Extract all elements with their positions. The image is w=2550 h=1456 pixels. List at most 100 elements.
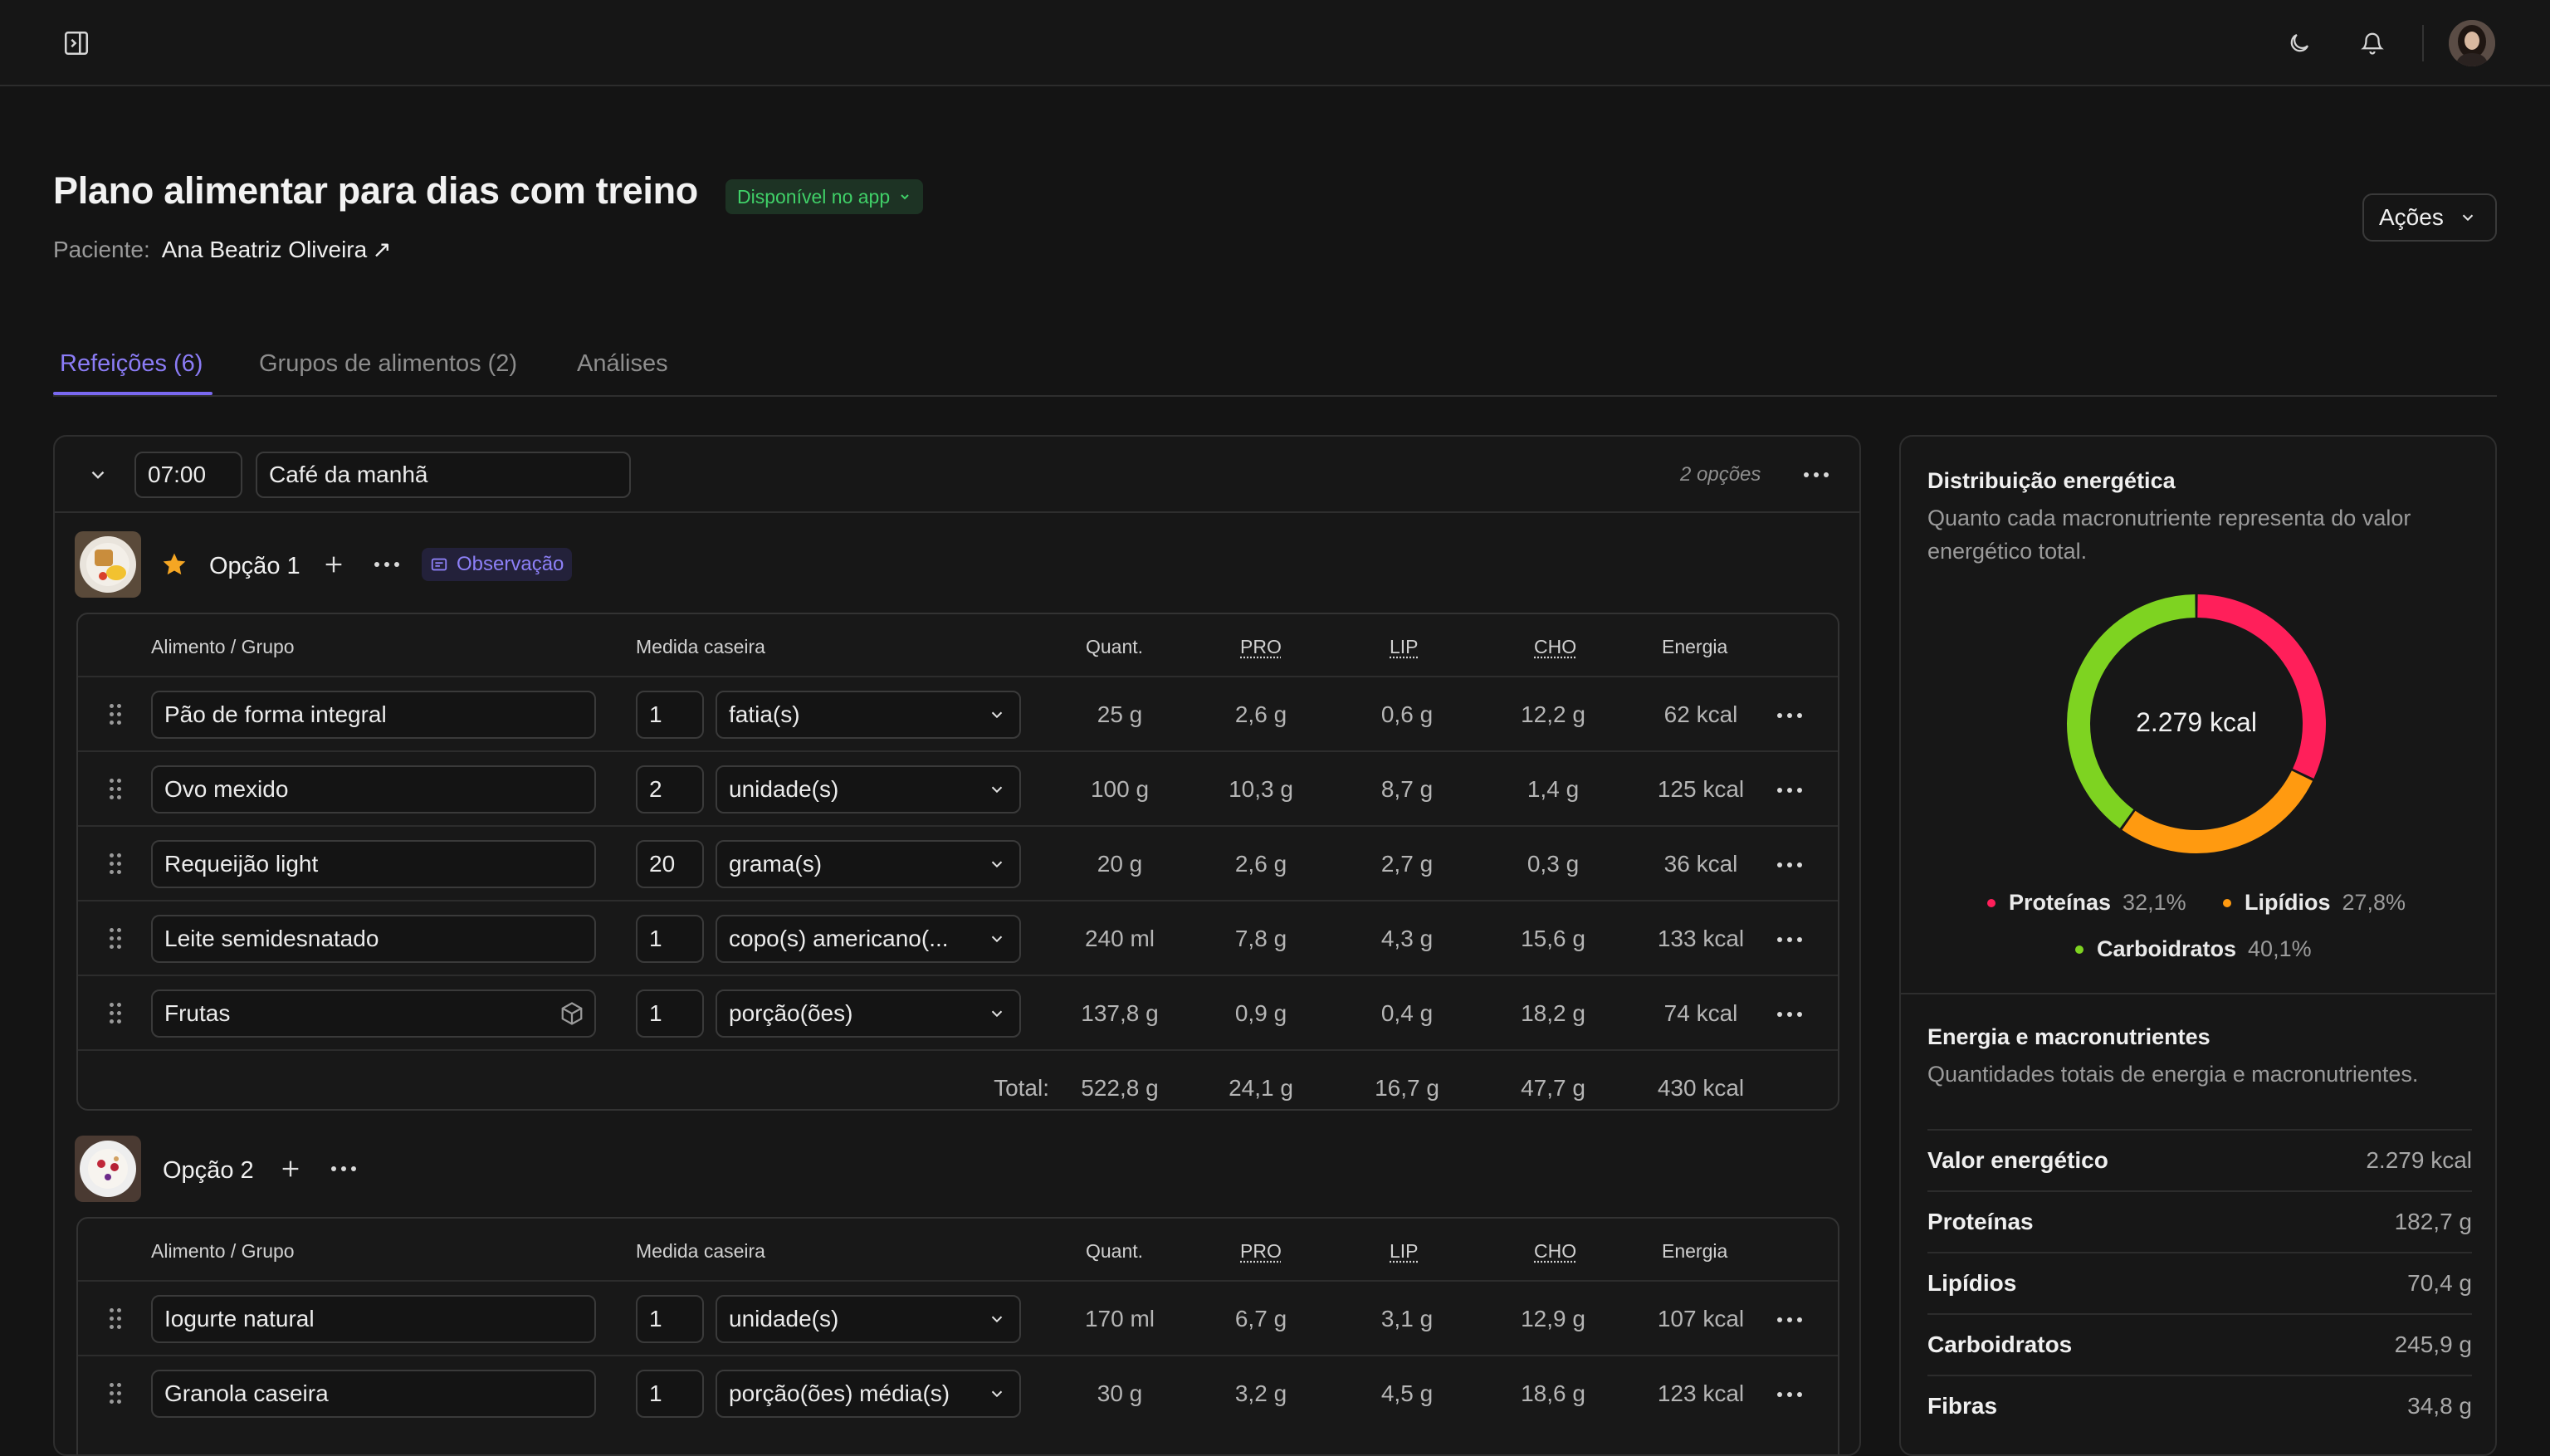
tab-grupos-de-alimentos[interactable]: Grupos de alimentos (2) bbox=[259, 350, 517, 378]
row-more-icon[interactable] bbox=[1770, 780, 1810, 800]
external-link-icon[interactable]: ↗ bbox=[372, 237, 391, 262]
option-2-food-table: Alimento / Grupo Medida caseira Quant. P… bbox=[76, 1217, 1839, 1456]
option-1-food-image[interactable] bbox=[75, 531, 141, 598]
option-1-more-icon[interactable] bbox=[367, 555, 407, 574]
quantity-input[interactable]: 1 bbox=[636, 1295, 704, 1343]
chevron-down-icon bbox=[988, 930, 1006, 948]
collapse-chevron-icon[interactable] bbox=[83, 460, 113, 490]
legend-value: 40,1% bbox=[2248, 936, 2312, 962]
meal-time-input[interactable]: 07:00 bbox=[134, 452, 242, 498]
unit-select[interactable]: unidade(s) bbox=[716, 765, 1021, 814]
macros-subtitle: Quantidades totais de energia e macronut… bbox=[1927, 1058, 2475, 1091]
food-name-input[interactable]: Frutas bbox=[151, 989, 596, 1038]
pro-value: 10,3 g bbox=[1190, 752, 1331, 827]
page-title: Plano alimentar para dias com treino bbox=[53, 169, 698, 213]
col-lip: LIP bbox=[1390, 1240, 1419, 1263]
donut-segment-lipídios bbox=[2128, 776, 2302, 842]
drag-handle-icon[interactable] bbox=[110, 1308, 123, 1330]
chevron-down-icon bbox=[988, 855, 1006, 873]
chevron-down-icon bbox=[898, 190, 911, 203]
quant-value: 25 g bbox=[1041, 677, 1199, 752]
drag-handle-icon[interactable] bbox=[110, 779, 123, 800]
drag-handle-icon[interactable] bbox=[110, 853, 123, 875]
drag-handle-icon[interactable] bbox=[110, 1003, 123, 1024]
food-name-input[interactable]: Requeijão light bbox=[151, 840, 596, 888]
quantity-input[interactable]: 1 bbox=[636, 1370, 704, 1418]
option-2-label: Opção 2 bbox=[163, 1157, 254, 1185]
row-more-icon[interactable] bbox=[1770, 1310, 1810, 1330]
actions-label: Ações bbox=[2379, 204, 2444, 231]
macro-label: Carboidratos bbox=[1927, 1331, 2072, 1358]
total-energy: 430 kcal bbox=[1622, 1051, 1780, 1126]
observation-tag[interactable]: Observação bbox=[422, 548, 572, 581]
pro-value: 3,2 g bbox=[1190, 1356, 1331, 1431]
option-1-label: Opção 1 bbox=[209, 553, 300, 580]
top-bar bbox=[0, 0, 2550, 86]
unit-select[interactable]: porção(ões) bbox=[716, 989, 1021, 1038]
food-name-input[interactable]: Pão de forma integral bbox=[151, 691, 596, 739]
food-name-input[interactable]: Leite semidesnatado bbox=[151, 915, 596, 963]
avatar[interactable] bbox=[2449, 20, 2495, 66]
unit-select[interactable]: copo(s) americano(... bbox=[716, 915, 1021, 963]
legend-dot bbox=[2223, 899, 2231, 907]
row-more-icon[interactable] bbox=[1770, 855, 1810, 875]
row-more-icon[interactable] bbox=[1770, 1004, 1810, 1024]
unit-select[interactable]: grama(s) bbox=[716, 840, 1021, 888]
drag-handle-icon[interactable] bbox=[110, 1383, 123, 1405]
unit-select[interactable]: porção(ões) média(s) bbox=[716, 1370, 1021, 1418]
star-icon[interactable] bbox=[159, 550, 189, 579]
add-food-icon[interactable] bbox=[276, 1154, 305, 1184]
sidebar-toggle-icon[interactable] bbox=[60, 27, 93, 60]
unit-selected-value: unidade(s) bbox=[729, 776, 838, 803]
meal-header: 07:00 Café da manhã 2 opções bbox=[55, 437, 1859, 513]
quant-value: 20 g bbox=[1041, 827, 1199, 901]
unit-selected-value: porção(ões) média(s) bbox=[729, 1380, 950, 1407]
food-row: Requeijão light 20 grama(s) 20 g 2,6 g 2… bbox=[78, 825, 1838, 900]
tab-analises[interactable]: Análises bbox=[577, 350, 668, 378]
food-name-input[interactable]: Ovo mexido bbox=[151, 765, 596, 814]
meal-more-icon[interactable] bbox=[1796, 465, 1836, 485]
tab-refeicoes[interactable]: Refeições (6) bbox=[60, 350, 203, 378]
food-row: Frutas 1 porção(ões) 137,8 g 0,9 g 0,4 g… bbox=[78, 975, 1838, 1049]
legend-name: Carboidratos bbox=[2097, 936, 2236, 962]
quantity-input[interactable]: 1 bbox=[636, 989, 704, 1038]
drag-handle-icon[interactable] bbox=[110, 704, 123, 726]
option-1-total-row: Total: 522,8 g 24,1 g 16,7 g 47,7 g 430 … bbox=[78, 1049, 1838, 1109]
food-name-input[interactable]: Granola caseira bbox=[151, 1370, 596, 1418]
row-more-icon[interactable] bbox=[1770, 706, 1810, 726]
col-cho: CHO bbox=[1534, 636, 1576, 658]
food-name-input[interactable]: Iogurte natural bbox=[151, 1295, 596, 1343]
moon-icon[interactable] bbox=[2283, 27, 2316, 60]
meal-name-input[interactable]: Café da manhã bbox=[256, 452, 631, 498]
energy-value: 125 kcal bbox=[1622, 752, 1780, 827]
row-more-icon[interactable] bbox=[1770, 1385, 1810, 1405]
patient-line: Paciente: Ana Beatriz Oliveira ↗ bbox=[53, 236, 392, 263]
cho-value: 1,4 g bbox=[1483, 752, 1624, 827]
macro-label: Lipídios bbox=[1927, 1270, 2016, 1297]
legend-lipidios: Lipídios 27,8% bbox=[2223, 890, 2406, 916]
quant-value: 170 ml bbox=[1041, 1282, 1199, 1356]
total-pro: 24,1 g bbox=[1190, 1051, 1331, 1126]
quant-value: 30 g bbox=[1041, 1356, 1199, 1431]
quantity-input[interactable]: 1 bbox=[636, 915, 704, 963]
add-food-icon[interactable] bbox=[319, 550, 349, 579]
app-availability-badge[interactable]: Disponível no app bbox=[725, 179, 923, 214]
unit-select[interactable]: fatia(s) bbox=[716, 691, 1021, 739]
quant-value: 240 ml bbox=[1041, 901, 1199, 976]
col-cho: CHO bbox=[1534, 1240, 1576, 1263]
option-2-more-icon[interactable] bbox=[324, 1159, 364, 1179]
actions-button[interactable]: Ações bbox=[2362, 193, 2497, 242]
energy-value: 133 kcal bbox=[1622, 901, 1780, 976]
option-2-food-image[interactable] bbox=[75, 1136, 141, 1202]
unit-select[interactable]: unidade(s) bbox=[716, 1295, 1021, 1343]
food-name-text: Frutas bbox=[164, 1000, 230, 1027]
row-more-icon[interactable] bbox=[1770, 930, 1810, 950]
quantity-input[interactable]: 2 bbox=[636, 765, 704, 814]
quantity-input[interactable]: 1 bbox=[636, 691, 704, 739]
quantity-input[interactable]: 20 bbox=[636, 840, 704, 888]
patient-name-link[interactable]: Ana Beatriz Oliveira bbox=[162, 237, 367, 262]
drag-handle-icon[interactable] bbox=[110, 928, 123, 950]
food-group-icon[interactable] bbox=[559, 1001, 584, 1026]
bell-icon[interactable] bbox=[2356, 27, 2389, 60]
total-label: Total: bbox=[950, 1051, 1049, 1126]
